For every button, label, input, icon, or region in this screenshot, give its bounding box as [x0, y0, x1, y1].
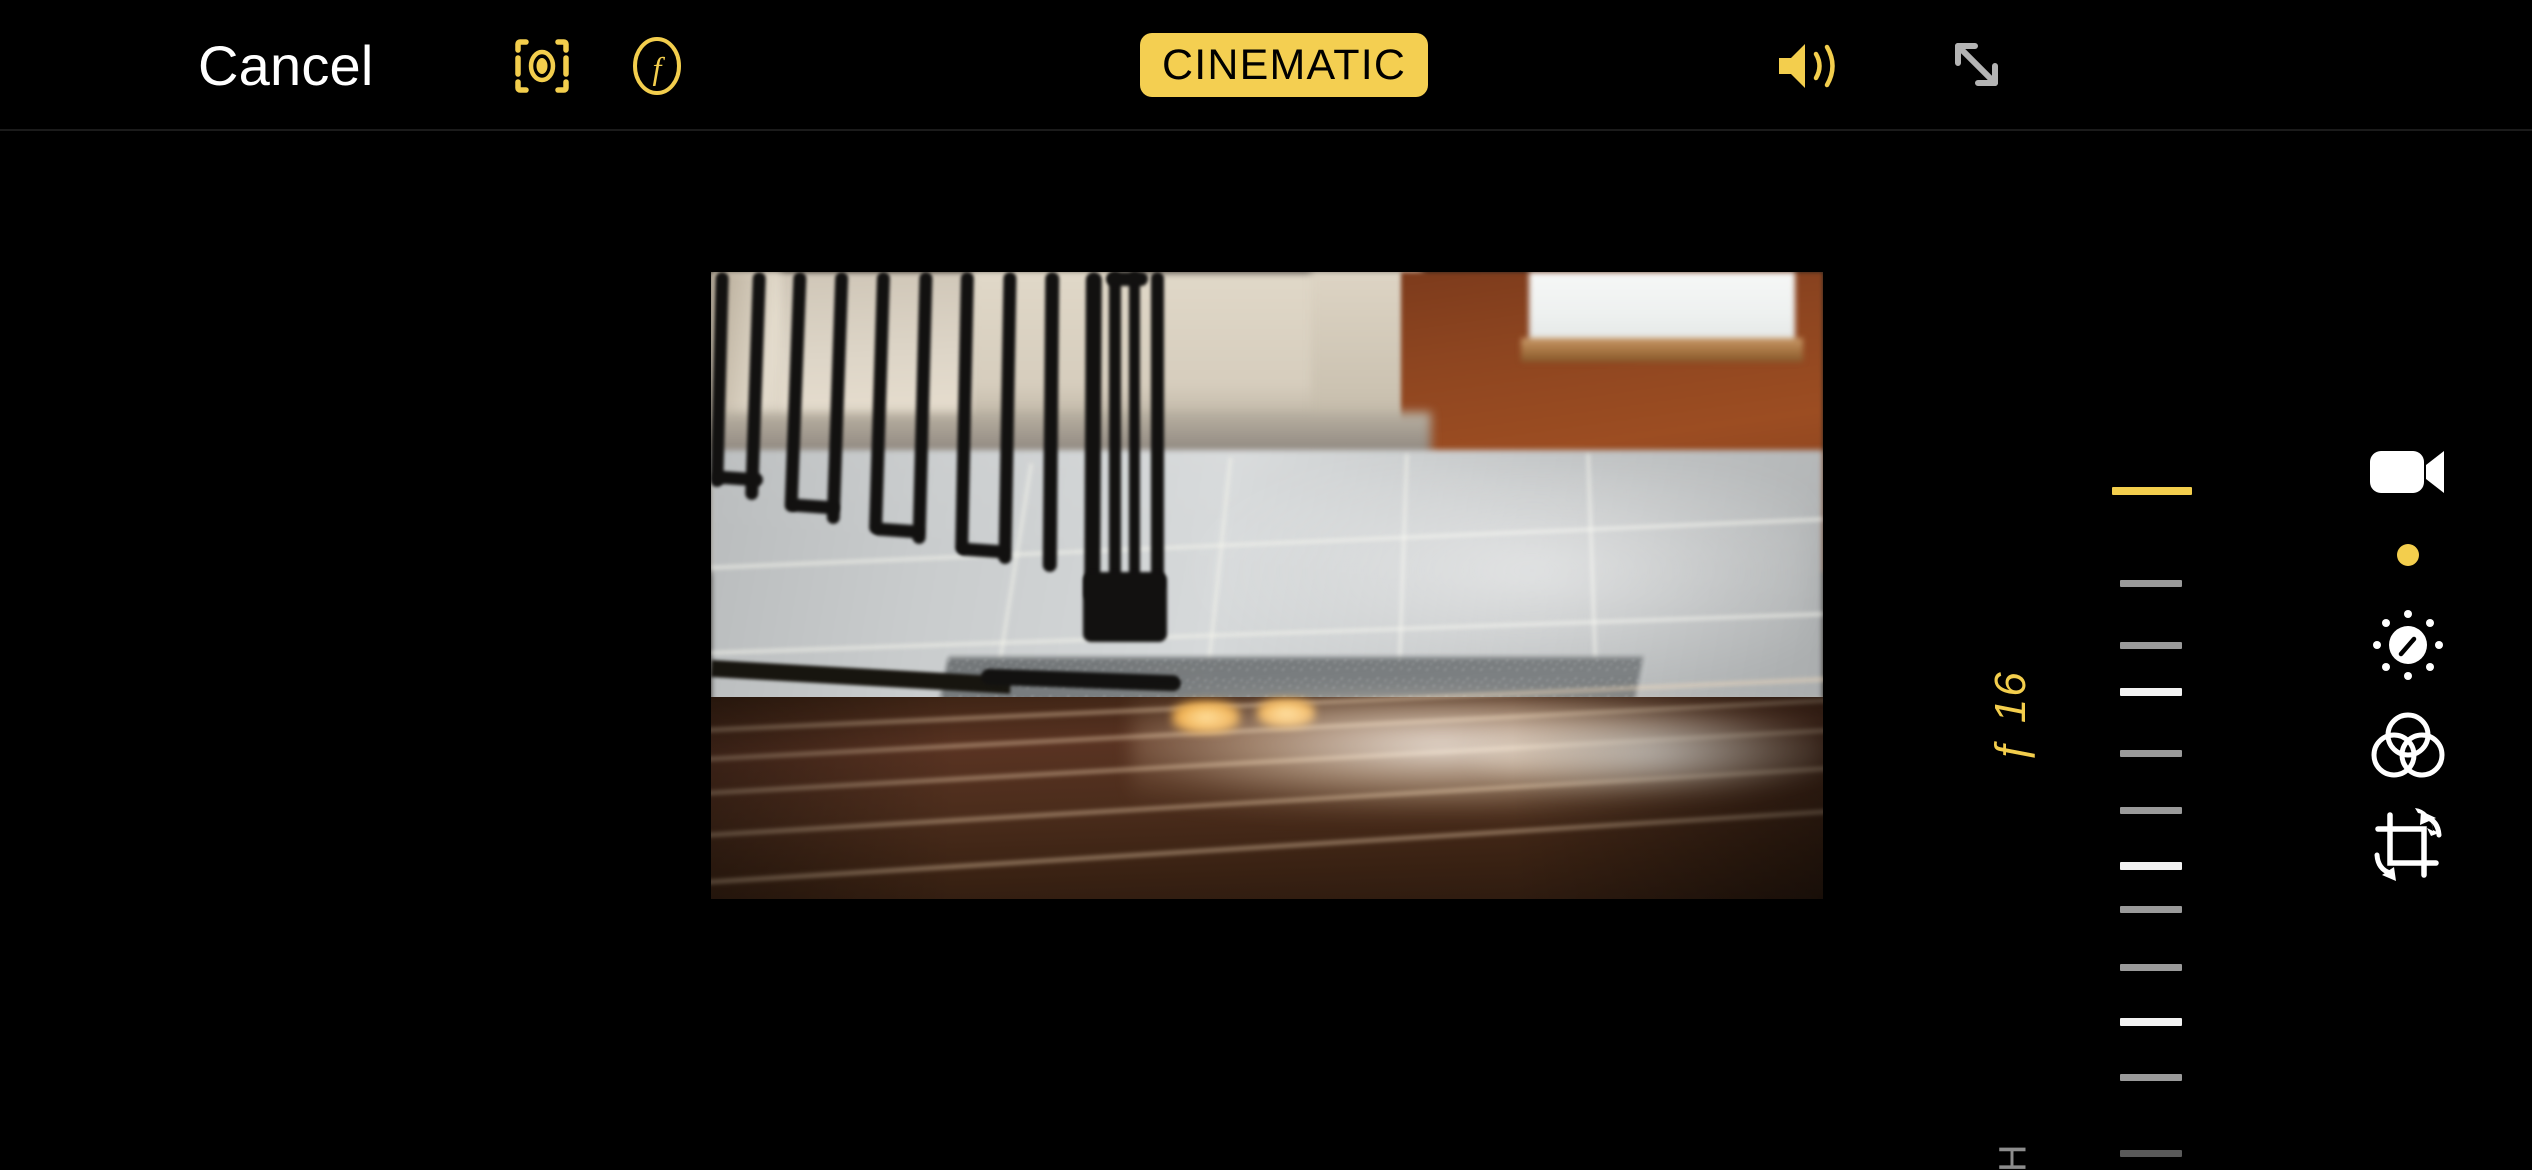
photo-gate-crossbar: [1106, 272, 1148, 286]
depth-slider-tick: [2120, 906, 2182, 913]
tool-video-button[interactable]: [2332, 409, 2484, 535]
depth-slider-tick: [2120, 862, 2182, 870]
depth-slider-max-marker: [2112, 487, 2192, 495]
depth-slider-control: ƒ 16 DEPTH: [1975, 262, 2245, 1170]
depth-slider-tick: [2120, 580, 2182, 587]
photo-vignette: [711, 697, 1823, 899]
depth-axis-label: DEPTH: [1993, 1139, 2036, 1170]
cinematic-editor-screen: Cancel f CINEMATIC ƒ 16: [0, 0, 2532, 1170]
adjust-dial-icon: [2369, 606, 2447, 684]
svg-text:f: f: [653, 50, 666, 86]
preview-stage: ƒ 16 DEPTH: [0, 131, 2532, 1170]
audio-toggle-button[interactable]: [1758, 0, 1868, 131]
expand-diagonal-arrows-icon: [1945, 33, 2011, 99]
portrait-focus-icon: [510, 34, 574, 98]
depth-slider-tick: [2120, 642, 2182, 649]
depth-slider-tick: [2120, 964, 2182, 971]
photo-door-sill: [1521, 338, 1803, 362]
editing-tool-rail: [2282, 262, 2532, 1170]
tool-crop-rotate-button[interactable]: [2332, 782, 2484, 908]
aperture-value-label: ƒ 16: [1986, 670, 2035, 764]
photo-gate-post: [1151, 272, 1164, 592]
photo-rail-bar: [1042, 272, 1060, 573]
tool-video-active-indicator: [2397, 544, 2419, 566]
f-stop-aperture-icon: f: [625, 34, 689, 98]
depth-slider-tick: [2120, 1150, 2182, 1157]
cancel-button[interactable]: Cancel: [198, 0, 374, 131]
speaker-wave-icon: [1773, 34, 1853, 98]
f-stop-aperture-button[interactable]: f: [615, 0, 699, 131]
photo-door-window: [1529, 272, 1795, 347]
portrait-focus-toggle-button[interactable]: [500, 0, 584, 131]
depth-slider-tick: [2120, 1074, 2182, 1081]
cinematic-mode-badge[interactable]: CINEMATIC: [1140, 33, 1429, 97]
photo-gate-base: [1083, 572, 1167, 642]
depth-slider-track[interactable]: [2108, 262, 2198, 1170]
photo-gate-post: [1084, 272, 1102, 603]
depth-slider-tick: [2120, 1018, 2182, 1026]
depth-slider-tick: [2120, 807, 2182, 814]
video-camera-icon: [2368, 443, 2448, 501]
cinematic-video-frame[interactable]: [711, 272, 1823, 899]
expand-preview-button[interactable]: [1930, 0, 2026, 131]
photo-gate-post: [1129, 272, 1140, 594]
filters-circles-icon: [2369, 709, 2447, 781]
depth-slider-tick: [2120, 750, 2182, 757]
photo-gate-post: [1109, 272, 1121, 598]
crop-rotate-icon: [2368, 805, 2448, 885]
top-toolbar: Cancel f CINEMATIC: [0, 0, 2532, 131]
depth-slider-tick: [2120, 688, 2182, 696]
